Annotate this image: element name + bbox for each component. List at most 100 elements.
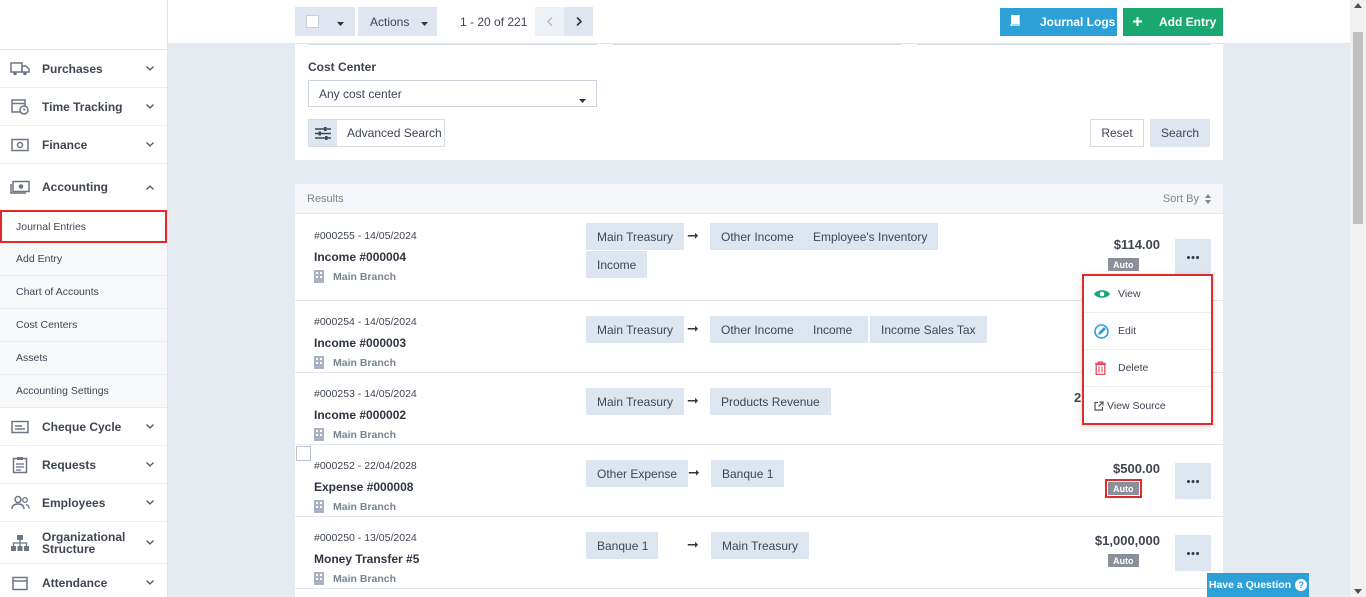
entry-meta: #000254 - 14/05/2024	[314, 316, 417, 328]
entry-title[interactable]: Expense #000008	[314, 480, 413, 494]
sidebar-subitem-journal-entries[interactable]: Journal Entries	[0, 210, 167, 243]
entry-title[interactable]: Income #000004	[314, 250, 406, 264]
arrow-right-icon: ➞	[688, 464, 700, 480]
entry-title[interactable]: Money Transfer #5	[314, 552, 419, 566]
sidebar-item-employees[interactable]: Employees	[0, 484, 167, 522]
arrow-right-icon: ➞	[687, 320, 699, 336]
sidebar-item-purchases[interactable]: Purchases	[0, 50, 167, 88]
help-label: Have a Question	[1208, 579, 1292, 591]
eye-icon	[1094, 289, 1112, 299]
scrollbar-thumb[interactable]	[1353, 32, 1363, 224]
branch-label: Main Branch	[333, 428, 397, 441]
entry-title[interactable]: Income #000003	[314, 336, 406, 350]
menu-item-view-source[interactable]: View Source	[1084, 387, 1211, 424]
menu-item-delete[interactable]: Delete	[1084, 350, 1211, 387]
entry-amount: $500.00	[1113, 461, 1160, 476]
scroll-down-icon[interactable]	[1354, 589, 1362, 594]
caret-down-icon	[337, 15, 344, 29]
sidebar-item-cheque-cycle[interactable]: Cheque Cycle	[0, 408, 167, 446]
sort-by-button[interactable]: Sort By	[1163, 193, 1211, 205]
arrow-right-icon: ➞	[687, 227, 699, 243]
toolbar: Actions 1 - 20 of 221 Journal Logs Add E…	[168, 0, 1350, 44]
add-entry-button[interactable]: Add Entry	[1123, 8, 1223, 36]
cost-center-select[interactable]: Any cost center	[308, 80, 597, 107]
reset-button[interactable]: Reset	[1090, 119, 1144, 147]
table-row[interactable]: #000250 - 13/05/2024 Money Transfer #5 M…	[295, 517, 1223, 589]
more-actions-button[interactable]	[1175, 463, 1211, 499]
entry-branch: Main Branch	[314, 428, 396, 441]
clipboard-icon	[10, 456, 30, 473]
next-page-button[interactable]	[564, 7, 594, 36]
more-actions-button[interactable]	[1175, 239, 1211, 275]
sidebar-item-label: Time Tracking	[42, 99, 123, 114]
bulk-select-dropdown[interactable]	[295, 7, 355, 36]
have-a-question-button[interactable]: Have a Question ?	[1207, 573, 1309, 597]
menu-item-edit[interactable]: Edit	[1084, 313, 1211, 350]
advanced-search-button[interactable]: Advanced Search	[308, 119, 445, 147]
arrow-right-icon: ➞	[687, 392, 699, 408]
entry-amount: $114.00	[1113, 237, 1160, 252]
prev-page-button[interactable]	[535, 7, 565, 36]
sidebar-item-attendance[interactable]: Attendance	[0, 564, 167, 597]
building-icon	[314, 572, 324, 585]
chevron-down-icon	[145, 64, 155, 74]
page-scrollbar[interactable]	[1350, 0, 1366, 597]
ellipsis-icon	[1187, 479, 1199, 483]
journal-logs-button[interactable]: Journal Logs	[1000, 8, 1117, 36]
chevron-down-icon	[145, 140, 155, 150]
sidebar-item-organizational-structure[interactable]: Organizational Structure	[0, 522, 167, 564]
sidebar-item-time-tracking[interactable]: Time Tracking	[0, 88, 167, 126]
status-badge: Auto	[1108, 258, 1139, 271]
advanced-search-label: Advanced Search	[347, 126, 442, 140]
ellipsis-icon	[1187, 255, 1199, 259]
sidebar-item-accounting[interactable]: Accounting	[0, 164, 167, 210]
building-icon	[314, 356, 324, 369]
calendar-clock-icon	[10, 99, 30, 115]
results-title: Results	[307, 192, 344, 205]
sidebar-subitem-accounting-settings[interactable]: Accounting Settings	[0, 375, 167, 408]
building-icon	[314, 270, 324, 283]
sidebar-subitem-chart-of-accounts[interactable]: Chart of Accounts	[0, 276, 167, 309]
actions-dropdown[interactable]: Actions	[358, 7, 437, 36]
row-checkbox[interactable]	[296, 446, 311, 461]
more-actions-button[interactable]	[1175, 535, 1211, 571]
cheque-icon	[10, 419, 30, 435]
menu-item-view[interactable]: View	[1084, 276, 1211, 313]
search-button[interactable]: Search	[1150, 119, 1210, 147]
account-tag: Income	[802, 316, 868, 343]
branch-label: Main Branch	[333, 356, 397, 369]
select-all-checkbox[interactable]	[306, 15, 319, 28]
sidebar: Purchases Time Tracking Finance Accounti…	[0, 0, 168, 597]
scroll-up-icon[interactable]	[1354, 3, 1362, 8]
entry-meta: #000253 - 14/05/2024	[314, 388, 417, 400]
truck-icon	[10, 61, 30, 77]
sidebar-subitem-add-entry[interactable]: Add Entry	[0, 243, 167, 276]
sidebar-subitem-cost-centers[interactable]: Cost Centers	[0, 309, 167, 342]
sidebar-item-label: Purchases	[42, 61, 103, 76]
book-icon	[1010, 14, 1021, 29]
chevron-down-icon	[145, 422, 155, 432]
sidebar-item-label: Finance	[42, 137, 88, 152]
branch-label: Main Branch	[333, 270, 397, 283]
sidebar-item-requests[interactable]: Requests	[0, 446, 167, 484]
chevron-left-icon	[546, 17, 553, 26]
trash-icon	[1094, 361, 1112, 375]
sidebar-subitem-assets[interactable]: Assets	[0, 342, 167, 375]
entry-amount: $1,000,000	[1094, 533, 1160, 548]
arrow-right-icon: ➞	[687, 536, 699, 552]
sidebar-item-finance[interactable]: Finance	[0, 126, 167, 164]
org-chart-icon	[10, 534, 30, 551]
calendar-icon	[10, 575, 30, 591]
sidebar-logo-area	[0, 0, 167, 50]
actions-label: Actions	[370, 14, 410, 29]
question-icon: ?	[1295, 579, 1308, 591]
table-row[interactable]: #000252 - 22/04/2028 Expense #000008 Mai…	[295, 445, 1223, 517]
menu-item-label: Edit	[1118, 325, 1137, 337]
account-tag: Banque 1	[711, 460, 785, 487]
entry-title[interactable]: Income #000002	[314, 408, 406, 422]
account-tag: Main Treasury	[586, 223, 685, 250]
building-icon	[314, 428, 324, 441]
entry-branch: Main Branch	[314, 270, 396, 283]
entry-branch: Main Branch	[314, 356, 396, 369]
chevron-down-icon	[145, 498, 155, 508]
